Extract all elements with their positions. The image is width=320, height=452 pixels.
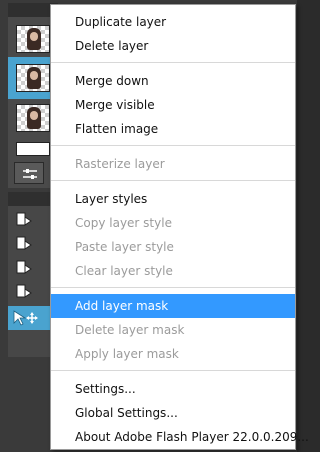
action-play-icon [16,212,32,226]
menu-item-global-settings[interactable]: Global Settings... [51,401,295,425]
layer-face [30,71,38,80]
menu-item-apply-layer-mask: Apply layer mask [75,347,179,361]
action-play-icon [16,260,32,274]
menu-separator [51,370,295,371]
action-row[interactable] [14,234,50,254]
context-menu: Duplicate layer Delete layer Merge down … [50,4,309,450]
menu-item-settings[interactable]: Settings... [51,377,295,401]
action-row[interactable] [14,258,50,278]
app-window: Duplicate layer Delete layer Merge down … [0,0,309,452]
layer-face [30,111,38,120]
menu-separator [51,180,295,181]
menu-item-clear-layer-style: Clear layer style [75,264,173,278]
adjustment-sliders-button[interactable] [14,162,44,184]
action-row[interactable] [14,210,50,230]
layer-thumbnail-2[interactable] [16,64,50,92]
action-play-icon [16,284,32,298]
menu-separator [51,62,295,63]
adjustment-sliders-icon [23,169,37,179]
menu-item-add-layer-mask[interactable]: Add layer mask [51,294,295,318]
move-cursor-icon [13,310,38,326]
menu-item-rasterize-layer: Rasterize layer [75,157,165,171]
menu-separator [51,287,295,288]
menu-item-copy-layer-style: Copy layer style [75,216,172,230]
menu-item-merge-down[interactable]: Merge down [51,69,295,93]
menu-item-paste-layer-style: Paste layer style [75,240,174,254]
layer-face [30,32,38,41]
menu-item-flatten-image[interactable]: Flatten image [51,117,295,141]
menu-item-layer-styles[interactable]: Layer styles [51,187,295,211]
menu-item-delete-layer-mask: Delete layer mask [75,323,185,337]
menu-item-about-flash-player[interactable]: About Adobe Flash Player 22.0.0.209... [51,425,309,449]
action-play-icon [16,236,32,250]
layer-thumbnail-1[interactable] [16,25,50,53]
action-row[interactable] [14,282,50,302]
layer-thumbnail-3[interactable] [16,104,50,132]
menu-separator [51,145,295,146]
layer-thumbnail-4[interactable] [16,142,50,156]
menu-item-duplicate-layer[interactable]: Duplicate layer [51,10,295,34]
menu-item-delete-layer[interactable]: Delete layer [51,34,295,58]
menu-item-merge-visible[interactable]: Merge visible [51,93,295,117]
